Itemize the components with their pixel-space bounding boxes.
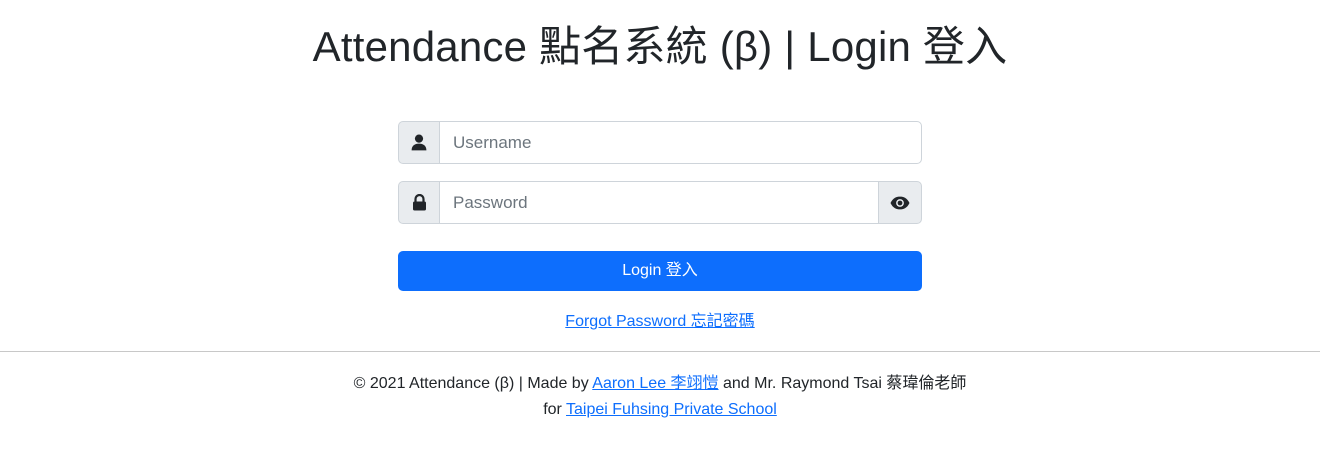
user-icon (398, 121, 439, 164)
footer-for: for (543, 401, 567, 418)
login-form: Login 登入 (398, 121, 922, 291)
footer-divider (0, 351, 1320, 352)
username-group (398, 121, 922, 164)
footer-credits: and Mr. Raymond Tsai 蔡瑋倫老師 (718, 375, 967, 392)
forgot-password-link[interactable]: Forgot Password 忘記密碼 (565, 313, 754, 330)
forgot-password-row: Forgot Password 忘記密碼 (0, 311, 1320, 333)
footer-line-2: for Taipei Fuhsing Private School (0, 397, 1320, 423)
lock-icon (398, 181, 439, 224)
password-group (398, 181, 922, 224)
password-input[interactable] (439, 181, 878, 224)
login-button[interactable]: Login 登入 (398, 251, 922, 291)
eye-icon (890, 196, 910, 209)
footer: © 2021 Attendance (β) | Made by Aaron Le… (0, 371, 1320, 423)
school-link[interactable]: Taipei Fuhsing Private School (566, 401, 777, 418)
toggle-password-button[interactable] (878, 181, 922, 224)
footer-line-1: © 2021 Attendance (β) | Made by Aaron Le… (0, 371, 1320, 397)
footer-copyright: © 2021 Attendance (β) | Made by (353, 375, 593, 392)
page-title: Attendance 點名系統 (β) | Login 登入 (312, 23, 1008, 70)
author-link[interactable]: Aaron Lee 李翊愷 (592, 375, 718, 392)
username-input[interactable] (439, 121, 922, 164)
